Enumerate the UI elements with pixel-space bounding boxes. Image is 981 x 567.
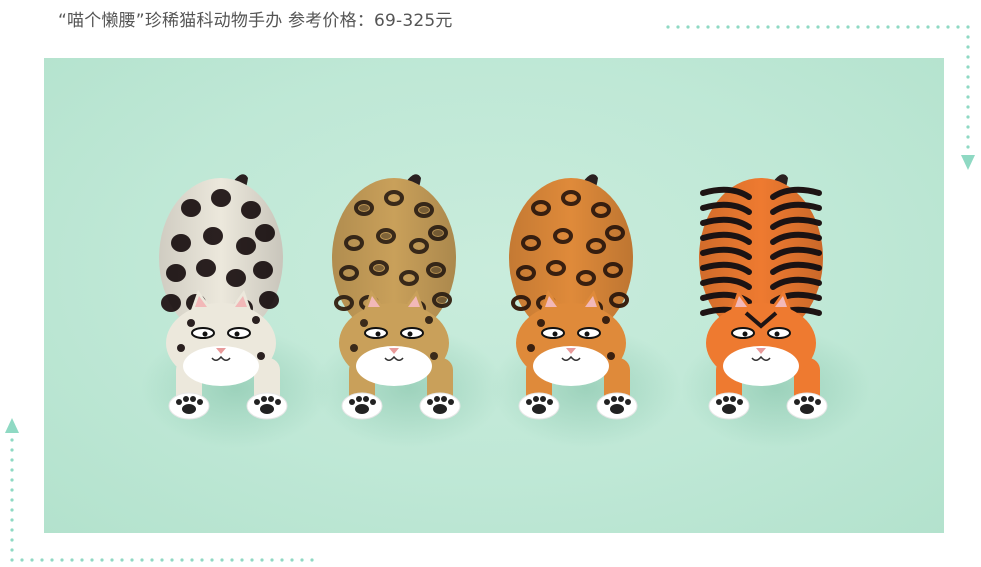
- product-photo: [44, 58, 944, 533]
- dotted-line-left: [10, 438, 14, 562]
- figurine-clouded-leopard: [314, 174, 504, 448]
- dotted-line-right: [966, 35, 970, 149]
- figurine-leopard: [491, 174, 681, 448]
- figures-illustration: [141, 174, 871, 448]
- arrow-down-icon: [961, 155, 975, 170]
- dotted-line-bottom: [20, 558, 314, 562]
- dotted-line-top: [666, 25, 970, 29]
- figurine-snow-leopard: [141, 174, 331, 448]
- arrow-up-icon: [5, 418, 19, 433]
- figurine-tiger: [681, 174, 871, 448]
